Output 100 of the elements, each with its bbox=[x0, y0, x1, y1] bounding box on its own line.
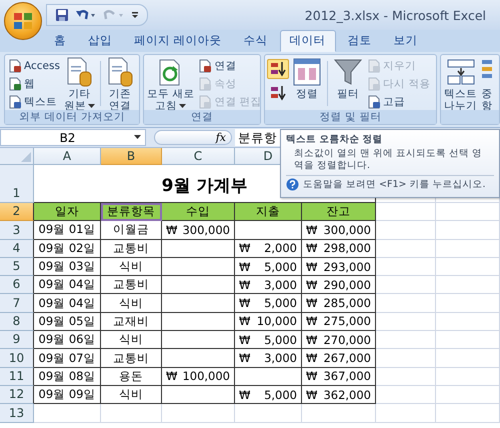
filter-icon bbox=[333, 57, 363, 87]
sort-icon bbox=[269, 61, 287, 77]
table-header-cell: 잔고 bbox=[302, 203, 376, 222]
table-cell: 09월 04일 bbox=[34, 294, 101, 313]
ribbon-button[interactable]: 고급 bbox=[366, 93, 432, 110]
ribbon-button[interactable]: 웹 bbox=[7, 75, 61, 92]
table-cell: 교통비 bbox=[101, 276, 162, 294]
ribbon-button[interactable]: 기존 연결 bbox=[104, 57, 135, 110]
row-header[interactable]: 5 bbox=[0, 258, 34, 276]
window-title: 2012_3.xlsx - Microsoft Excel bbox=[304, 8, 486, 22]
table-cell: 09월 08일 bbox=[34, 368, 101, 386]
table-cell: ₩ 3,000 bbox=[235, 349, 302, 368]
row-header[interactable]: 1 bbox=[0, 165, 34, 203]
ribbon-button[interactable]: 텍스트 bbox=[7, 93, 61, 110]
document-icon bbox=[8, 76, 22, 90]
table-header-cell: 일자 bbox=[34, 203, 101, 222]
table-header-cell: 지출 bbox=[235, 203, 302, 222]
undo-icon[interactable] bbox=[75, 8, 97, 22]
save-icon[interactable] bbox=[55, 8, 69, 22]
customize-caret-icon[interactable] bbox=[131, 10, 139, 20]
table-cell: ₩ 285,000 bbox=[302, 294, 376, 313]
table-header-cell: 수입 bbox=[162, 203, 235, 222]
table-cell: ₩ 270,000 bbox=[302, 331, 376, 350]
row-header[interactable]: 10 bbox=[0, 349, 34, 368]
tooltip-title: 텍스트 오름차순 정렬 bbox=[286, 133, 384, 146]
document-database-icon bbox=[106, 57, 134, 87]
row-header[interactable]: 2 bbox=[0, 203, 34, 222]
document-icon bbox=[367, 58, 381, 72]
table-cell: ₩ 362,000 bbox=[302, 386, 376, 404]
table-cell: 09월 04일 bbox=[34, 276, 101, 294]
group-title-bar bbox=[441, 110, 499, 124]
document-icon bbox=[198, 76, 212, 90]
ribbon-tab[interactable]: 홈 bbox=[44, 30, 76, 52]
table-cell: 09월 03일 bbox=[34, 258, 101, 276]
table-cell: ₩ 5,000 bbox=[235, 258, 302, 276]
table-cell: ₩ 267,000 bbox=[302, 349, 376, 368]
table-cell: ₩ 100,000 bbox=[162, 368, 235, 386]
row-header[interactable]: 3 bbox=[0, 221, 34, 240]
table-cell: ₩ 5,000 bbox=[235, 386, 302, 404]
row-header[interactable]: 4 bbox=[0, 240, 34, 258]
document-icon bbox=[198, 58, 212, 72]
ribbon-button[interactable]: 기타 원본 bbox=[62, 57, 96, 110]
split-columns-icon bbox=[446, 57, 476, 87]
row-header[interactable]: 9 bbox=[0, 331, 34, 350]
row-header[interactable]: 6 bbox=[0, 276, 34, 294]
ribbon-tab[interactable]: 데이터 bbox=[280, 30, 336, 52]
column-header[interactable]: A bbox=[34, 148, 101, 165]
row-header[interactable]: 11 bbox=[0, 368, 34, 386]
ribbon-button[interactable]: Access bbox=[7, 57, 61, 74]
ribbon-tab[interactable]: 삽입 bbox=[78, 30, 122, 52]
table-cell: 식비 bbox=[101, 294, 162, 313]
ribbon-tab[interactable]: 검토 bbox=[338, 30, 382, 52]
table-cell: ₩ 5,000 bbox=[235, 294, 302, 313]
document-icon bbox=[198, 94, 212, 108]
table-cell: ₩ 300,000 bbox=[162, 221, 235, 240]
table-cell: 식비 bbox=[101, 258, 162, 276]
document-icon bbox=[8, 58, 22, 72]
caret-icon bbox=[134, 135, 141, 140]
group-label: 연결 bbox=[191, 110, 213, 124]
table-cell: 09월 06일 bbox=[34, 331, 101, 350]
row-header[interactable]: 13 bbox=[0, 404, 34, 423]
table-cell: ₩ 5,000 bbox=[235, 331, 302, 350]
table-cell: ₩ 293,000 bbox=[302, 258, 376, 276]
table-cell: 09월 09일 bbox=[34, 386, 101, 404]
table-cell: ₩ 298,000 bbox=[302, 240, 376, 258]
table-cell: 09월 07일 bbox=[34, 349, 101, 368]
table-cell: ₩ 290,000 bbox=[302, 276, 376, 294]
ribbon-button[interactable]: 연결 bbox=[197, 57, 260, 74]
table-header-cell: 분류항목 bbox=[101, 203, 162, 222]
insert-function-button[interactable]: fx bbox=[216, 131, 226, 144]
ribbon-tab[interactable]: 보기 bbox=[384, 30, 428, 52]
name-box[interactable]: B2 bbox=[0, 129, 146, 146]
column-header[interactable]: B bbox=[101, 148, 162, 165]
row-header[interactable]: 7 bbox=[0, 294, 34, 313]
column-header[interactable]: C bbox=[162, 148, 235, 165]
table-cell: ₩ 3,000 bbox=[235, 276, 302, 294]
ribbon-button[interactable]: 정렬 bbox=[291, 57, 323, 100]
table-cell: 09월 01일 bbox=[34, 221, 101, 240]
document-icon bbox=[8, 94, 22, 108]
redo-icon bbox=[103, 8, 125, 22]
group-label: 외부 데이터 가져오기 bbox=[19, 110, 125, 124]
office-button[interactable] bbox=[4, 2, 42, 40]
sort-button[interactable] bbox=[267, 59, 289, 79]
row-header[interactable]: 12 bbox=[0, 386, 34, 404]
group-label: 정렬 및 필터 bbox=[320, 110, 382, 124]
table-cell: 이월금 bbox=[101, 221, 162, 240]
table-cell: 식비 bbox=[101, 386, 162, 404]
ribbon-button[interactable]: 필터 bbox=[332, 57, 364, 100]
table-cell: 09월 02일 bbox=[34, 240, 101, 258]
sort-icon bbox=[269, 85, 287, 101]
row-header[interactable]: 8 bbox=[0, 312, 34, 332]
table-cell: 교통비 bbox=[101, 240, 162, 258]
table-cell: 식비 bbox=[101, 331, 162, 350]
table-cell: ₩ 367,000 bbox=[302, 368, 376, 386]
document-icon bbox=[367, 76, 381, 90]
table-cell: 교재비 bbox=[101, 312, 162, 332]
ribbon-tab[interactable]: 페이지 레이아웃 bbox=[124, 30, 232, 52]
table-cell: ₩ 300,000 bbox=[302, 221, 376, 240]
ribbon-tab[interactable]: 수식 bbox=[234, 30, 278, 52]
table-cell: 교통비 bbox=[101, 349, 162, 368]
